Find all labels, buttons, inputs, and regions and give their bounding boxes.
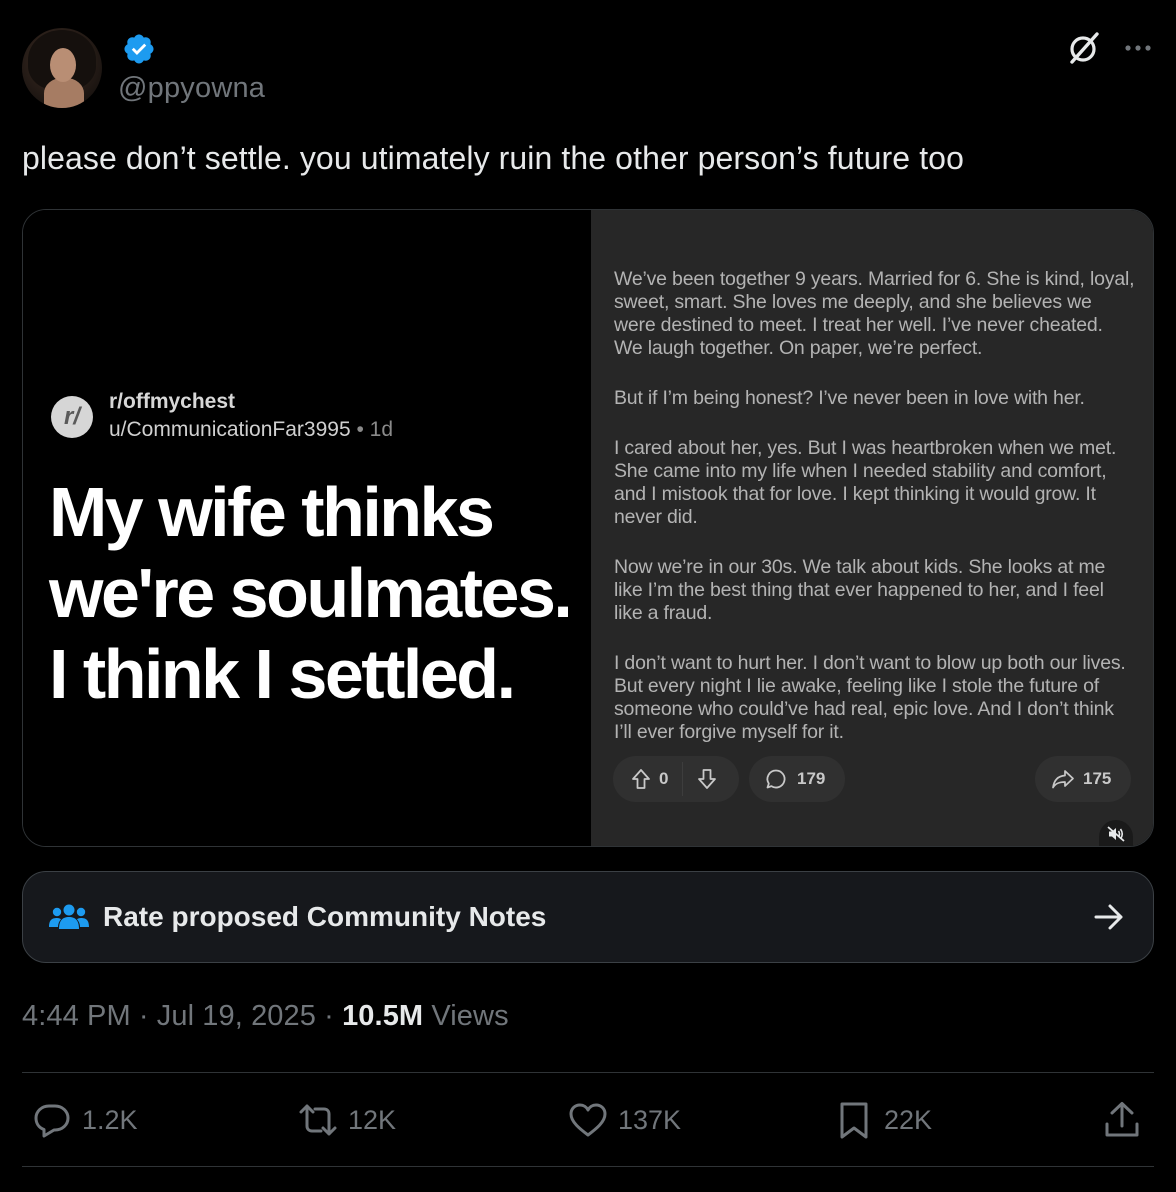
tweet-date[interactable]: Jul 19, 2025	[157, 1000, 316, 1032]
more-options-icon[interactable]	[1122, 34, 1154, 62]
views-label: Views	[423, 1000, 509, 1032]
upvote-count: 0	[659, 769, 669, 788]
repost-icon	[299, 1104, 337, 1136]
repost-button[interactable]: 12K	[298, 1100, 396, 1140]
post-paragraph: I cared about her, yes. But I was heartb…	[614, 437, 1117, 528]
post-paragraph: But if I’m being honest? I’ve never been…	[614, 387, 1085, 409]
comment-icon	[766, 769, 786, 789]
tweet-metadata: 4:44 PM · Jul 19, 2025 · 10.5M Views	[22, 1000, 509, 1033]
share-upload-icon	[1105, 1102, 1139, 1137]
share-icon	[1052, 770, 1074, 789]
reddit-post-title-panel: r/ r/offmychest u/CommunicationFar3995 •…	[23, 210, 591, 846]
community-notes-label: Rate proposed Community Notes	[103, 901, 547, 932]
comment-count: 179	[797, 769, 826, 788]
share-pill: 175	[1035, 756, 1131, 802]
like-button[interactable]: 137K	[568, 1100, 681, 1140]
verified-badge-icon[interactable]	[122, 32, 156, 66]
heart-icon	[569, 1103, 607, 1137]
grok-icon[interactable]	[1066, 30, 1102, 66]
post-paragraph: Now we’re in our 30s. We talk about kids…	[614, 556, 1106, 624]
reddit-post-body-panel: We’ve been together 9 years. Married for…	[591, 210, 1153, 846]
community-notes-icon	[49, 904, 89, 929]
reply-button[interactable]: 1.2K	[32, 1100, 138, 1140]
subreddit-name: r/offmychest	[109, 390, 236, 413]
subreddit-logo-icon: r/	[51, 396, 93, 438]
meta-dot: ·	[316, 1000, 343, 1032]
upvote-icon	[632, 769, 650, 789]
rate-community-notes-button[interactable]: Rate proposed Community Notes	[22, 871, 1154, 963]
comments-pill: 179	[749, 756, 845, 802]
share-count: 175	[1083, 769, 1112, 788]
like-count: 137K	[618, 1104, 682, 1135]
mute-video-icon[interactable]	[1099, 820, 1133, 846]
reply-icon	[34, 1104, 70, 1138]
bookmark-count: 22K	[884, 1104, 933, 1135]
arrow-right-icon	[1094, 904, 1123, 930]
reddit-username: u/CommunicationFar3995	[109, 418, 351, 441]
reddit-username-line: u/CommunicationFar3995 • 1d	[109, 418, 393, 442]
vote-pill: 0	[613, 756, 739, 802]
meta-dot: ·	[130, 1000, 157, 1032]
reply-count: 1.2K	[82, 1104, 138, 1135]
divider	[22, 1072, 1154, 1073]
tweet-text: please don’t settle. you utimately ruin …	[22, 140, 964, 176]
post-age: 1d	[369, 418, 394, 441]
author-handle[interactable]: @ppyowna	[118, 72, 265, 105]
reddit-post-body: We’ve been together 9 years. Married for…	[614, 268, 1136, 771]
repost-count: 12K	[348, 1104, 397, 1135]
action-bar: 1.2K 12K 137K 22K	[22, 1074, 1154, 1166]
media-image[interactable]: r/ r/offmychest u/CommunicationFar3995 •…	[22, 209, 1154, 847]
share-button[interactable]	[1102, 1100, 1142, 1140]
post-paragraph: We’ve been together 9 years. Married for…	[614, 268, 1135, 359]
views-count[interactable]: 10.5M	[342, 1000, 423, 1032]
avatar[interactable]	[22, 28, 102, 108]
tweet-time[interactable]: 4:44 PM	[22, 1000, 131, 1032]
tweet-header: @ppyowna	[22, 28, 1154, 108]
post-paragraph: I don’t want to hurt her. I don’t want t…	[614, 652, 1126, 743]
separator: •	[350, 418, 370, 441]
bookmark-button[interactable]: 22K	[834, 1100, 932, 1140]
divider	[682, 762, 684, 796]
divider	[22, 1166, 1154, 1167]
bookmark-icon	[840, 1102, 868, 1139]
reddit-post-headline: My wife thinks we're soulmates. I think …	[49, 473, 573, 713]
downvote-icon	[698, 769, 717, 789]
